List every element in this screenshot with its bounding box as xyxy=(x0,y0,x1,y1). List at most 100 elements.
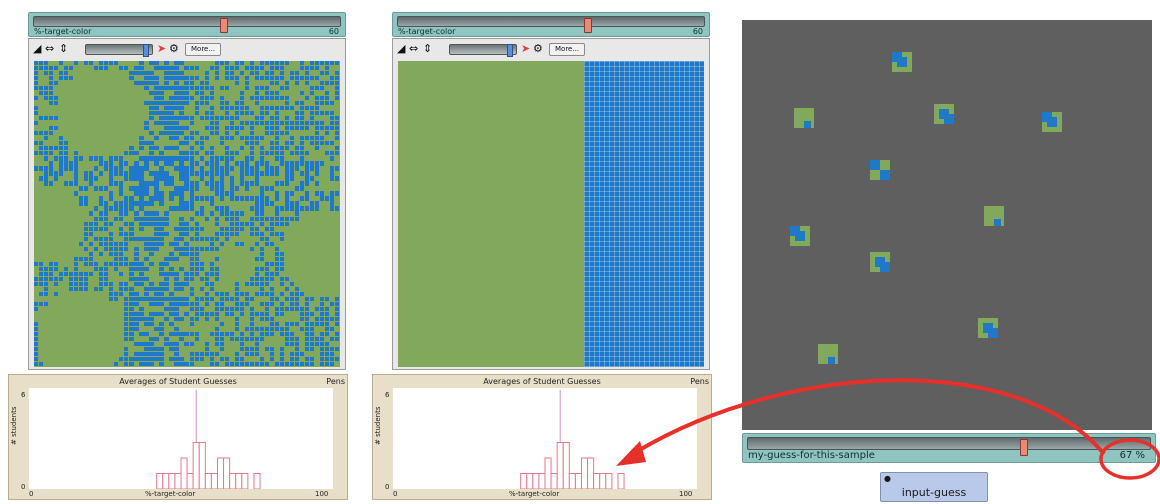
blue-patch xyxy=(264,161,269,166)
blue-patch xyxy=(189,121,194,126)
sample-world-view[interactable] xyxy=(742,20,1152,430)
blue-patch xyxy=(314,181,320,186)
guess-slider[interactable]: my-guess-for-this-sample 67 % xyxy=(742,433,1156,463)
zoom-icon[interactable]: ◢ xyxy=(33,42,41,56)
target-color-slider-2[interactable]: %-target-color 60 xyxy=(392,12,710,37)
blue-patch xyxy=(159,216,164,221)
blue-patch xyxy=(144,361,149,367)
speed-knob[interactable] xyxy=(507,44,513,57)
histogram-bar xyxy=(587,457,595,490)
blue-patch xyxy=(49,76,54,81)
blue-patch xyxy=(284,86,290,91)
blue-patch xyxy=(249,296,254,301)
blue-patch xyxy=(224,306,229,311)
blue-patch xyxy=(84,256,89,261)
blue-patch xyxy=(319,336,325,342)
blue-patch xyxy=(149,361,154,367)
blue-patch xyxy=(314,191,320,196)
blue-patch xyxy=(79,201,84,206)
vertical-arrows-icon[interactable]: ⇕ xyxy=(59,42,68,56)
blue-patch xyxy=(39,146,44,151)
blue-patch xyxy=(179,356,184,362)
slider-track[interactable] xyxy=(397,16,705,33)
blue-patch xyxy=(194,66,199,71)
blue-patch xyxy=(179,231,184,236)
blue-patch xyxy=(254,86,259,91)
blue-patch xyxy=(134,291,139,296)
target-color-slider-1[interactable]: %-target-color 60 xyxy=(28,12,346,37)
settings-icon[interactable]: ⚙ xyxy=(169,42,179,56)
blue-patch xyxy=(264,106,269,111)
blue-patch xyxy=(314,341,320,347)
speed-knob[interactable] xyxy=(143,44,149,57)
blue-patch xyxy=(334,61,340,66)
blue-patch xyxy=(179,301,184,306)
blue-patch xyxy=(189,246,194,251)
blue-patch xyxy=(309,326,315,332)
blue-patch xyxy=(154,236,159,241)
blue-patch xyxy=(169,311,174,317)
blue-patch xyxy=(194,91,199,96)
blue-patch xyxy=(274,171,279,176)
horizontal-arrows-icon[interactable]: ⇔ xyxy=(45,42,54,56)
more-button[interactable]: More... xyxy=(185,43,222,56)
blue-patch xyxy=(44,61,49,66)
blue-patch xyxy=(104,236,109,241)
blue-patch xyxy=(329,176,335,181)
speed-slider[interactable] xyxy=(449,44,517,57)
blue-patch xyxy=(174,301,179,306)
histogram-bar xyxy=(562,442,570,490)
blue-patch xyxy=(204,346,209,352)
slider-track[interactable] xyxy=(33,16,341,33)
world-view-sorted[interactable] xyxy=(398,61,704,367)
blue-patch xyxy=(184,181,189,186)
blue-patch xyxy=(169,196,174,201)
slider-thumb[interactable] xyxy=(584,18,592,33)
blue-patch xyxy=(264,166,269,171)
blue-patch xyxy=(109,206,114,211)
blue-patch xyxy=(329,326,335,332)
blue-patch xyxy=(284,61,290,66)
slider-thumb[interactable] xyxy=(1020,439,1028,456)
blue-patch xyxy=(249,216,254,221)
blue-patch xyxy=(159,101,164,106)
blue-patch xyxy=(149,141,154,146)
blue-patch xyxy=(139,361,144,367)
plot-pens-label[interactable]: Pens xyxy=(326,377,345,386)
forward-arrow-icon[interactable]: ➤ xyxy=(157,42,166,56)
x-tick-min: 0 xyxy=(29,490,34,498)
zoom-icon[interactable]: ◢ xyxy=(397,42,405,56)
blue-patch xyxy=(89,176,94,181)
forward-arrow-icon[interactable]: ➤ xyxy=(521,42,530,56)
blue-patch xyxy=(34,81,39,86)
speed-slider[interactable] xyxy=(85,44,153,57)
blue-patch xyxy=(214,256,219,261)
blue-patch xyxy=(134,236,139,241)
settings-icon[interactable]: ⚙ xyxy=(533,42,543,56)
world-view-scattered[interactable] xyxy=(34,61,340,367)
blue-patch xyxy=(254,76,259,81)
blue-patch xyxy=(244,156,249,161)
more-button[interactable]: More... xyxy=(549,43,586,56)
blue-patch xyxy=(174,226,179,231)
blue-patch xyxy=(234,356,239,362)
horizontal-arrows-icon[interactable]: ⇔ xyxy=(409,42,418,56)
slider-track[interactable] xyxy=(747,437,1151,456)
blue-patch xyxy=(159,231,164,236)
blue-patch xyxy=(139,71,144,76)
blue-patch xyxy=(259,171,264,176)
blue-patch xyxy=(104,211,109,216)
vertical-arrows-icon[interactable]: ⇕ xyxy=(423,42,432,56)
slider-thumb[interactable] xyxy=(220,18,228,33)
blue-patch xyxy=(124,301,129,306)
input-guess-button[interactable]: ● input-guess xyxy=(880,472,988,502)
blue-patch xyxy=(214,131,219,136)
blue-patch xyxy=(284,181,290,186)
blue-patch xyxy=(259,136,264,141)
blue-patch xyxy=(34,71,39,76)
blue-patch xyxy=(39,91,44,96)
blue-patch xyxy=(224,136,229,141)
blue-patch xyxy=(159,301,164,306)
plot-pens-label[interactable]: Pens xyxy=(690,377,709,386)
histogram-bar xyxy=(174,473,182,490)
